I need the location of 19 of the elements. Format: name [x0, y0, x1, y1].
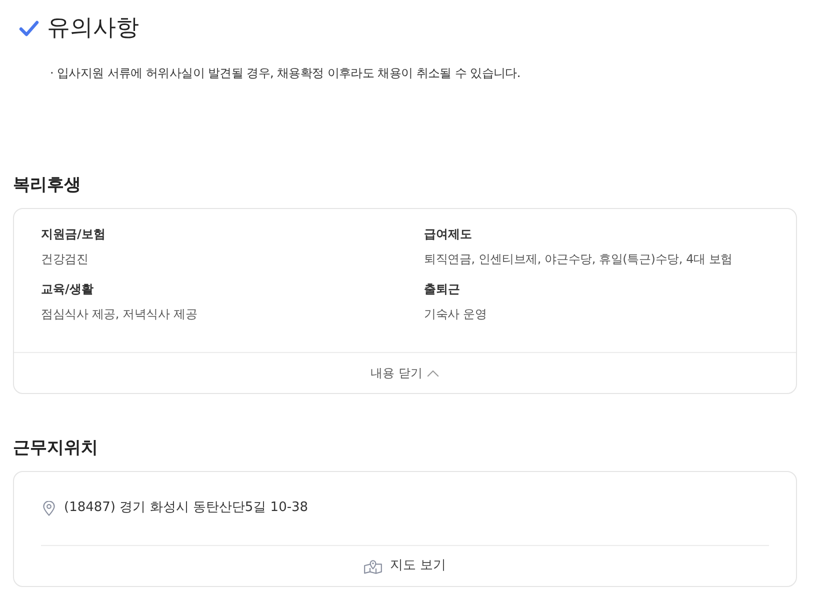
- section-heading: 근무지위치: [13, 437, 99, 460]
- collapse-button[interactable]: 내용 닫기: [370, 364, 440, 382]
- benefit-value: 퇴직연금, 인센티브제, 야근수당, 휴일(특근)수당, 4대 보험: [424, 251, 734, 268]
- address-text: (18487) 경기 화성시 동탄산단5길 10-38: [64, 499, 308, 517]
- section-title: 유의사항: [47, 14, 139, 43]
- benefit-value: 기숙사 운영: [424, 306, 488, 323]
- location-pin-icon: [43, 500, 55, 516]
- notice-text: · 입사지원 서류에 허위사실이 발견될 경우, 채용확정 이후라도 채용이 취소될 수 있습니다.: [50, 65, 522, 82]
- section-heading: 복리후생: [13, 174, 82, 197]
- benefit-category: 출퇴근: [424, 281, 461, 298]
- chevron-up-icon: [427, 370, 440, 376]
- map-button[interactable]: 지도 보기: [364, 556, 446, 576]
- benefit-value: 건강검진: [41, 251, 90, 268]
- benefit-category: 지원금/보험: [41, 226, 106, 243]
- benefit-category: 급여제도: [424, 226, 473, 243]
- benefit-value: 점심식사 제공, 저녁식사 제공: [41, 306, 198, 323]
- map-icon: [364, 558, 382, 574]
- benefit-category: 교육/생활: [41, 281, 94, 298]
- check-icon: [19, 20, 39, 36]
